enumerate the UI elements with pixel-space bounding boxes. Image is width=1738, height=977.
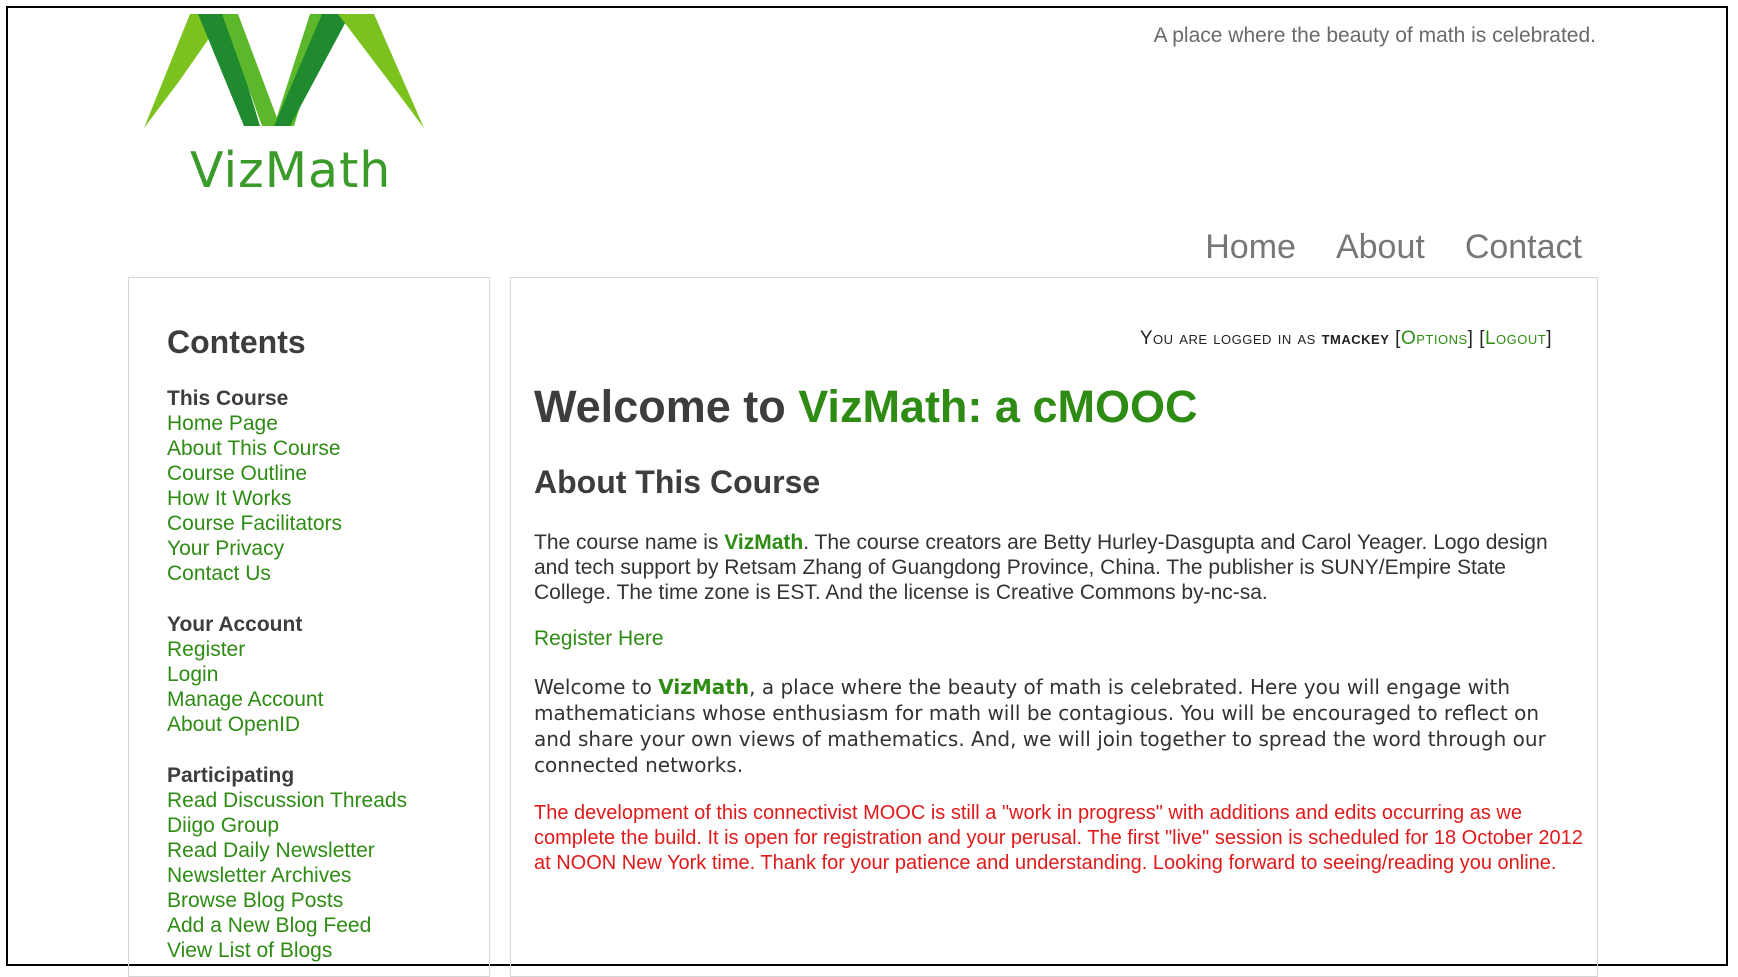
sidebar-link-home-page[interactable]: Home Page: [167, 411, 489, 436]
bracket-close: ]: [1467, 328, 1474, 349]
sidebar-link-login[interactable]: Login: [167, 662, 489, 687]
sidebar-link-manage-account[interactable]: Manage Account: [167, 687, 489, 712]
course-info-paragraph: The course name is VizMath. The course c…: [534, 530, 1574, 605]
sidebar-link-add-blog-feed[interactable]: Add a New Blog Feed: [167, 913, 489, 938]
main-content: You are logged in as tmackey [Options] […: [510, 277, 1598, 977]
sidebar-link-newsletter-archives[interactable]: Newsletter Archives: [167, 863, 489, 888]
welcome-text-start: Welcome to: [534, 675, 659, 699]
sidebar-link-about-this-course[interactable]: About This Course: [167, 436, 489, 461]
logo-mark-icon: [144, 14, 424, 128]
options-link[interactable]: Options: [1401, 328, 1468, 349]
about-section-title: About This Course: [534, 464, 821, 500]
sidebar: Contents This Course Home Page About Thi…: [128, 277, 490, 977]
logout-link[interactable]: Logout: [1485, 328, 1546, 349]
page-title-highlight: VizMath: a cMOOC: [798, 381, 1198, 432]
sidebar-section-participating: Participating Read Discussion Threads Di…: [167, 763, 489, 963]
logo-text: VizMath: [190, 142, 392, 199]
sidebar-heading: Participating: [167, 764, 295, 787]
development-notice: The development of this connectivist MOO…: [534, 802, 1583, 874]
vizmath-logo[interactable]: VizMath: [138, 14, 438, 204]
course-info-text-start: The course name is: [534, 531, 725, 554]
sidebar-link-browse-blog-posts[interactable]: Browse Blog Posts: [167, 888, 489, 913]
sidebar-link-course-outline[interactable]: Course Outline: [167, 461, 489, 486]
sidebar-link-course-facilitators[interactable]: Course Facilitators: [167, 511, 489, 536]
sidebar-heading: Your Account: [167, 613, 303, 636]
top-nav: Home About Contact: [1205, 230, 1582, 264]
welcome-brand: VizMath: [658, 675, 750, 699]
site-tagline: A place where the beauty of math is cele…: [1153, 24, 1596, 47]
sidebar-link-how-it-works[interactable]: How It Works: [167, 486, 489, 511]
sidebar-link-diigo-group[interactable]: Diigo Group: [167, 813, 489, 838]
sidebar-link-your-privacy[interactable]: Your Privacy: [167, 536, 489, 561]
sidebar-section-your-account: Your Account Register Login Manage Accou…: [167, 612, 489, 737]
sidebar-heading: This Course: [167, 387, 289, 410]
page-title: Welcome to VizMath: a cMOOC: [534, 384, 1197, 429]
bracket-close: ]: [1546, 328, 1552, 349]
login-status: You are logged in as tmackey [Options] […: [1140, 328, 1552, 350]
page-title-prefix: Welcome to: [534, 381, 799, 432]
sidebar-link-register[interactable]: Register: [167, 637, 489, 662]
welcome-paragraph: Welcome to VizMath, a place where the be…: [534, 674, 1574, 778]
sidebar-link-about-openid[interactable]: About OpenID: [167, 712, 489, 737]
sidebar-link-read-discussion-threads[interactable]: Read Discussion Threads: [167, 788, 489, 813]
login-prefix: You are logged in as: [1139, 328, 1316, 349]
sidebar-link-view-list-of-blogs[interactable]: View List of Blogs: [167, 938, 489, 963]
sidebar-section-this-course: This Course Home Page About This Course …: [167, 386, 489, 586]
login-username: tmackey: [1321, 328, 1390, 349]
nav-about[interactable]: About: [1336, 230, 1425, 264]
nav-home[interactable]: Home: [1205, 230, 1296, 264]
sidebar-title: Contents: [167, 324, 306, 360]
course-name-brand: VizMath: [724, 531, 804, 554]
sidebar-link-read-daily-newsletter[interactable]: Read Daily Newsletter: [167, 838, 489, 863]
nav-contact[interactable]: Contact: [1465, 230, 1582, 264]
sidebar-link-contact-us[interactable]: Contact Us: [167, 561, 489, 586]
register-here-link[interactable]: Register Here: [534, 627, 664, 651]
